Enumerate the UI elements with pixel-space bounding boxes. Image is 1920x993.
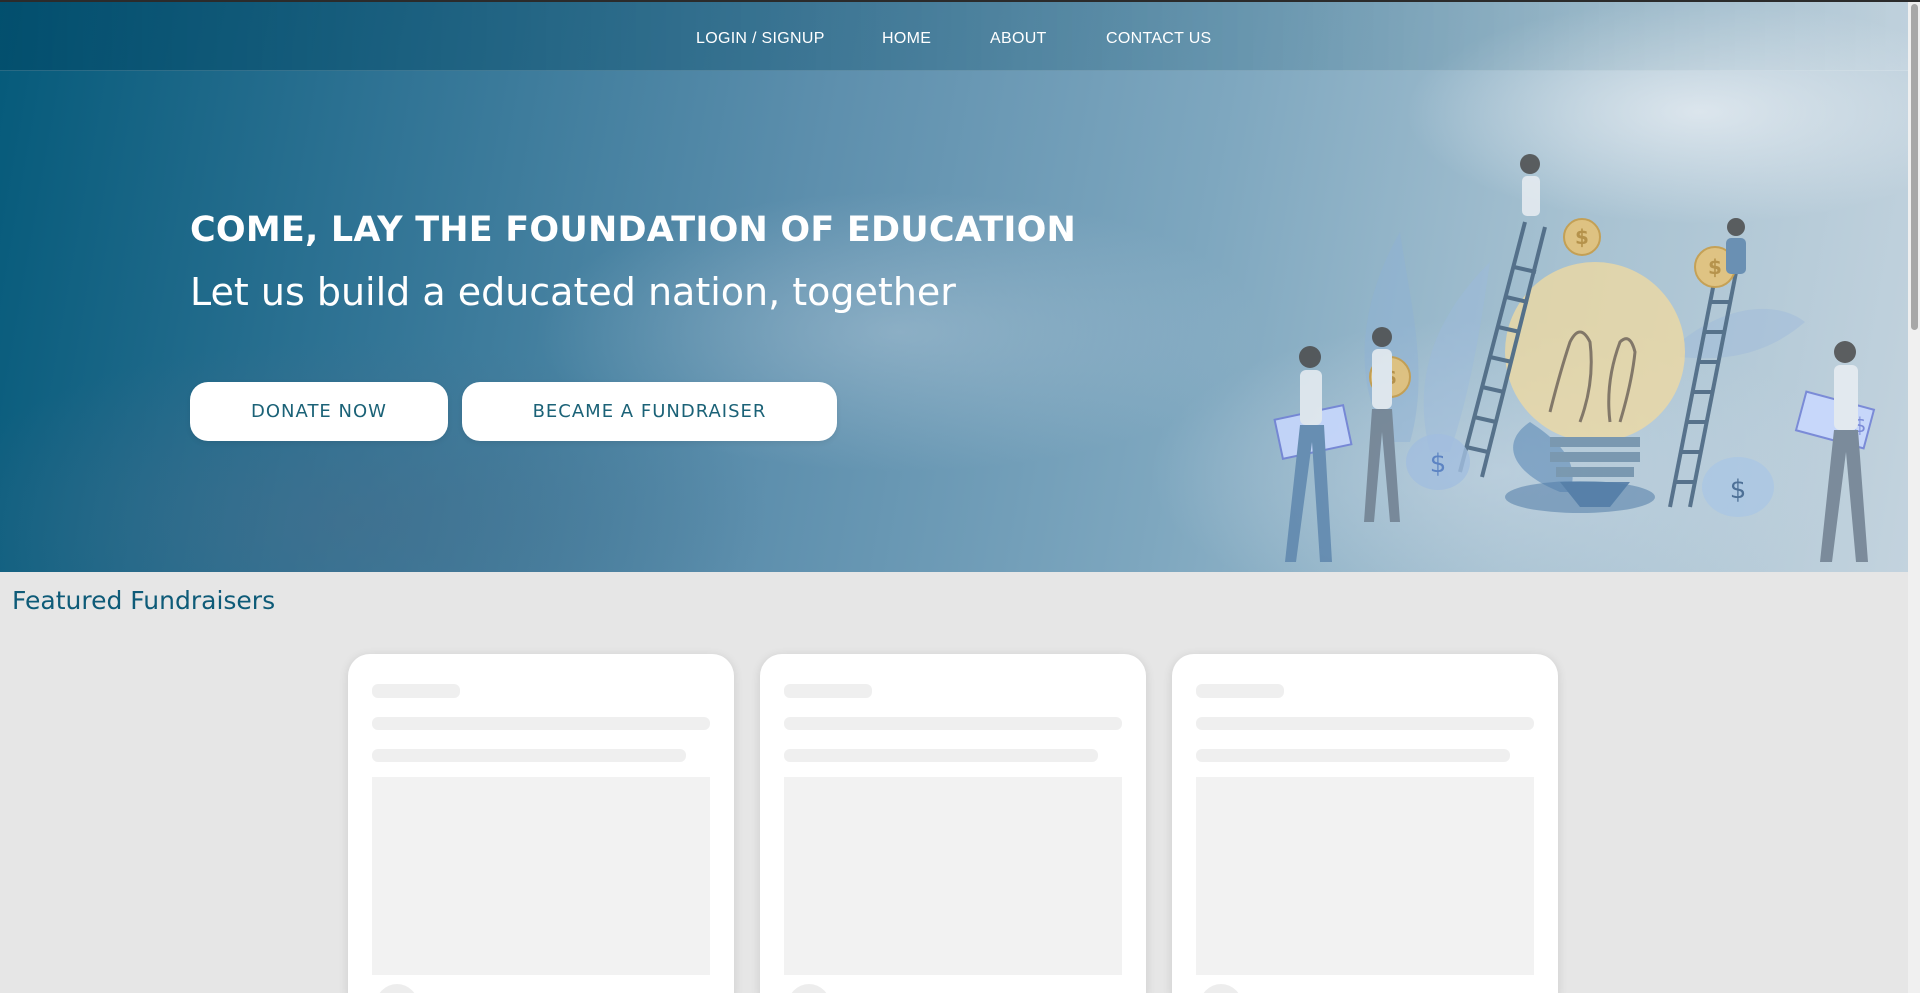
bag-dollar-symbol: $ [1430, 449, 1447, 479]
skeleton-image [1196, 777, 1534, 975]
skeleton-line [1196, 684, 1284, 698]
page-viewport: LOGIN / SIGNUP HOME ABOUT CONTACT US COM… [0, 2, 1908, 993]
become-fundraiser-button[interactable]: BECAME A FUNDRAISER [462, 382, 837, 441]
fundraiser-card-skeleton[interactable] [1172, 654, 1558, 993]
coin-dollar-symbol: $ [1575, 225, 1589, 249]
nav-contact-us[interactable]: CONTACT US [1106, 30, 1212, 48]
nav-about[interactable]: ABOUT [990, 30, 1047, 48]
vertical-scrollbar[interactable] [1908, 2, 1920, 993]
skeleton-line [1196, 749, 1510, 762]
skeleton-line [1196, 717, 1534, 730]
skeleton-line [372, 684, 460, 698]
hero-subtitle: Let us build a educated nation, together [190, 270, 956, 314]
nav-login-signup[interactable]: LOGIN / SIGNUP [696, 30, 825, 48]
coin-dollar-symbol: $ [1708, 255, 1722, 279]
fundraiser-card-skeleton[interactable] [760, 654, 1146, 993]
skeleton-image [372, 777, 710, 975]
fundraiser-card-skeleton[interactable] [348, 654, 734, 993]
fundraising-illustration: $ $ $ $ $ $ $ [1273, 154, 1876, 562]
nav-home[interactable]: HOME [882, 30, 931, 48]
skeleton-avatar [1200, 984, 1242, 993]
skeleton-line [372, 749, 686, 762]
skeleton-image [784, 777, 1122, 975]
scrollbar-thumb[interactable] [1911, 4, 1918, 330]
skeleton-line [784, 684, 872, 698]
bag-dollar-symbol: $ [1730, 475, 1747, 505]
skeleton-line [372, 717, 710, 730]
featured-fundraisers-title: Featured Fundraisers [12, 586, 276, 615]
skeleton-line [784, 717, 1122, 730]
donate-now-button[interactable]: DONATE NOW [190, 382, 448, 441]
hero-title: COME, LAY THE FOUNDATION OF EDUCATION [190, 210, 1077, 250]
skeleton-line [784, 749, 1098, 762]
skeleton-avatar [788, 984, 830, 993]
hero-banner: LOGIN / SIGNUP HOME ABOUT CONTACT US COM… [0, 2, 1908, 572]
top-navigation: LOGIN / SIGNUP HOME ABOUT CONTACT US [0, 2, 1908, 71]
skeleton-avatar [376, 984, 418, 993]
